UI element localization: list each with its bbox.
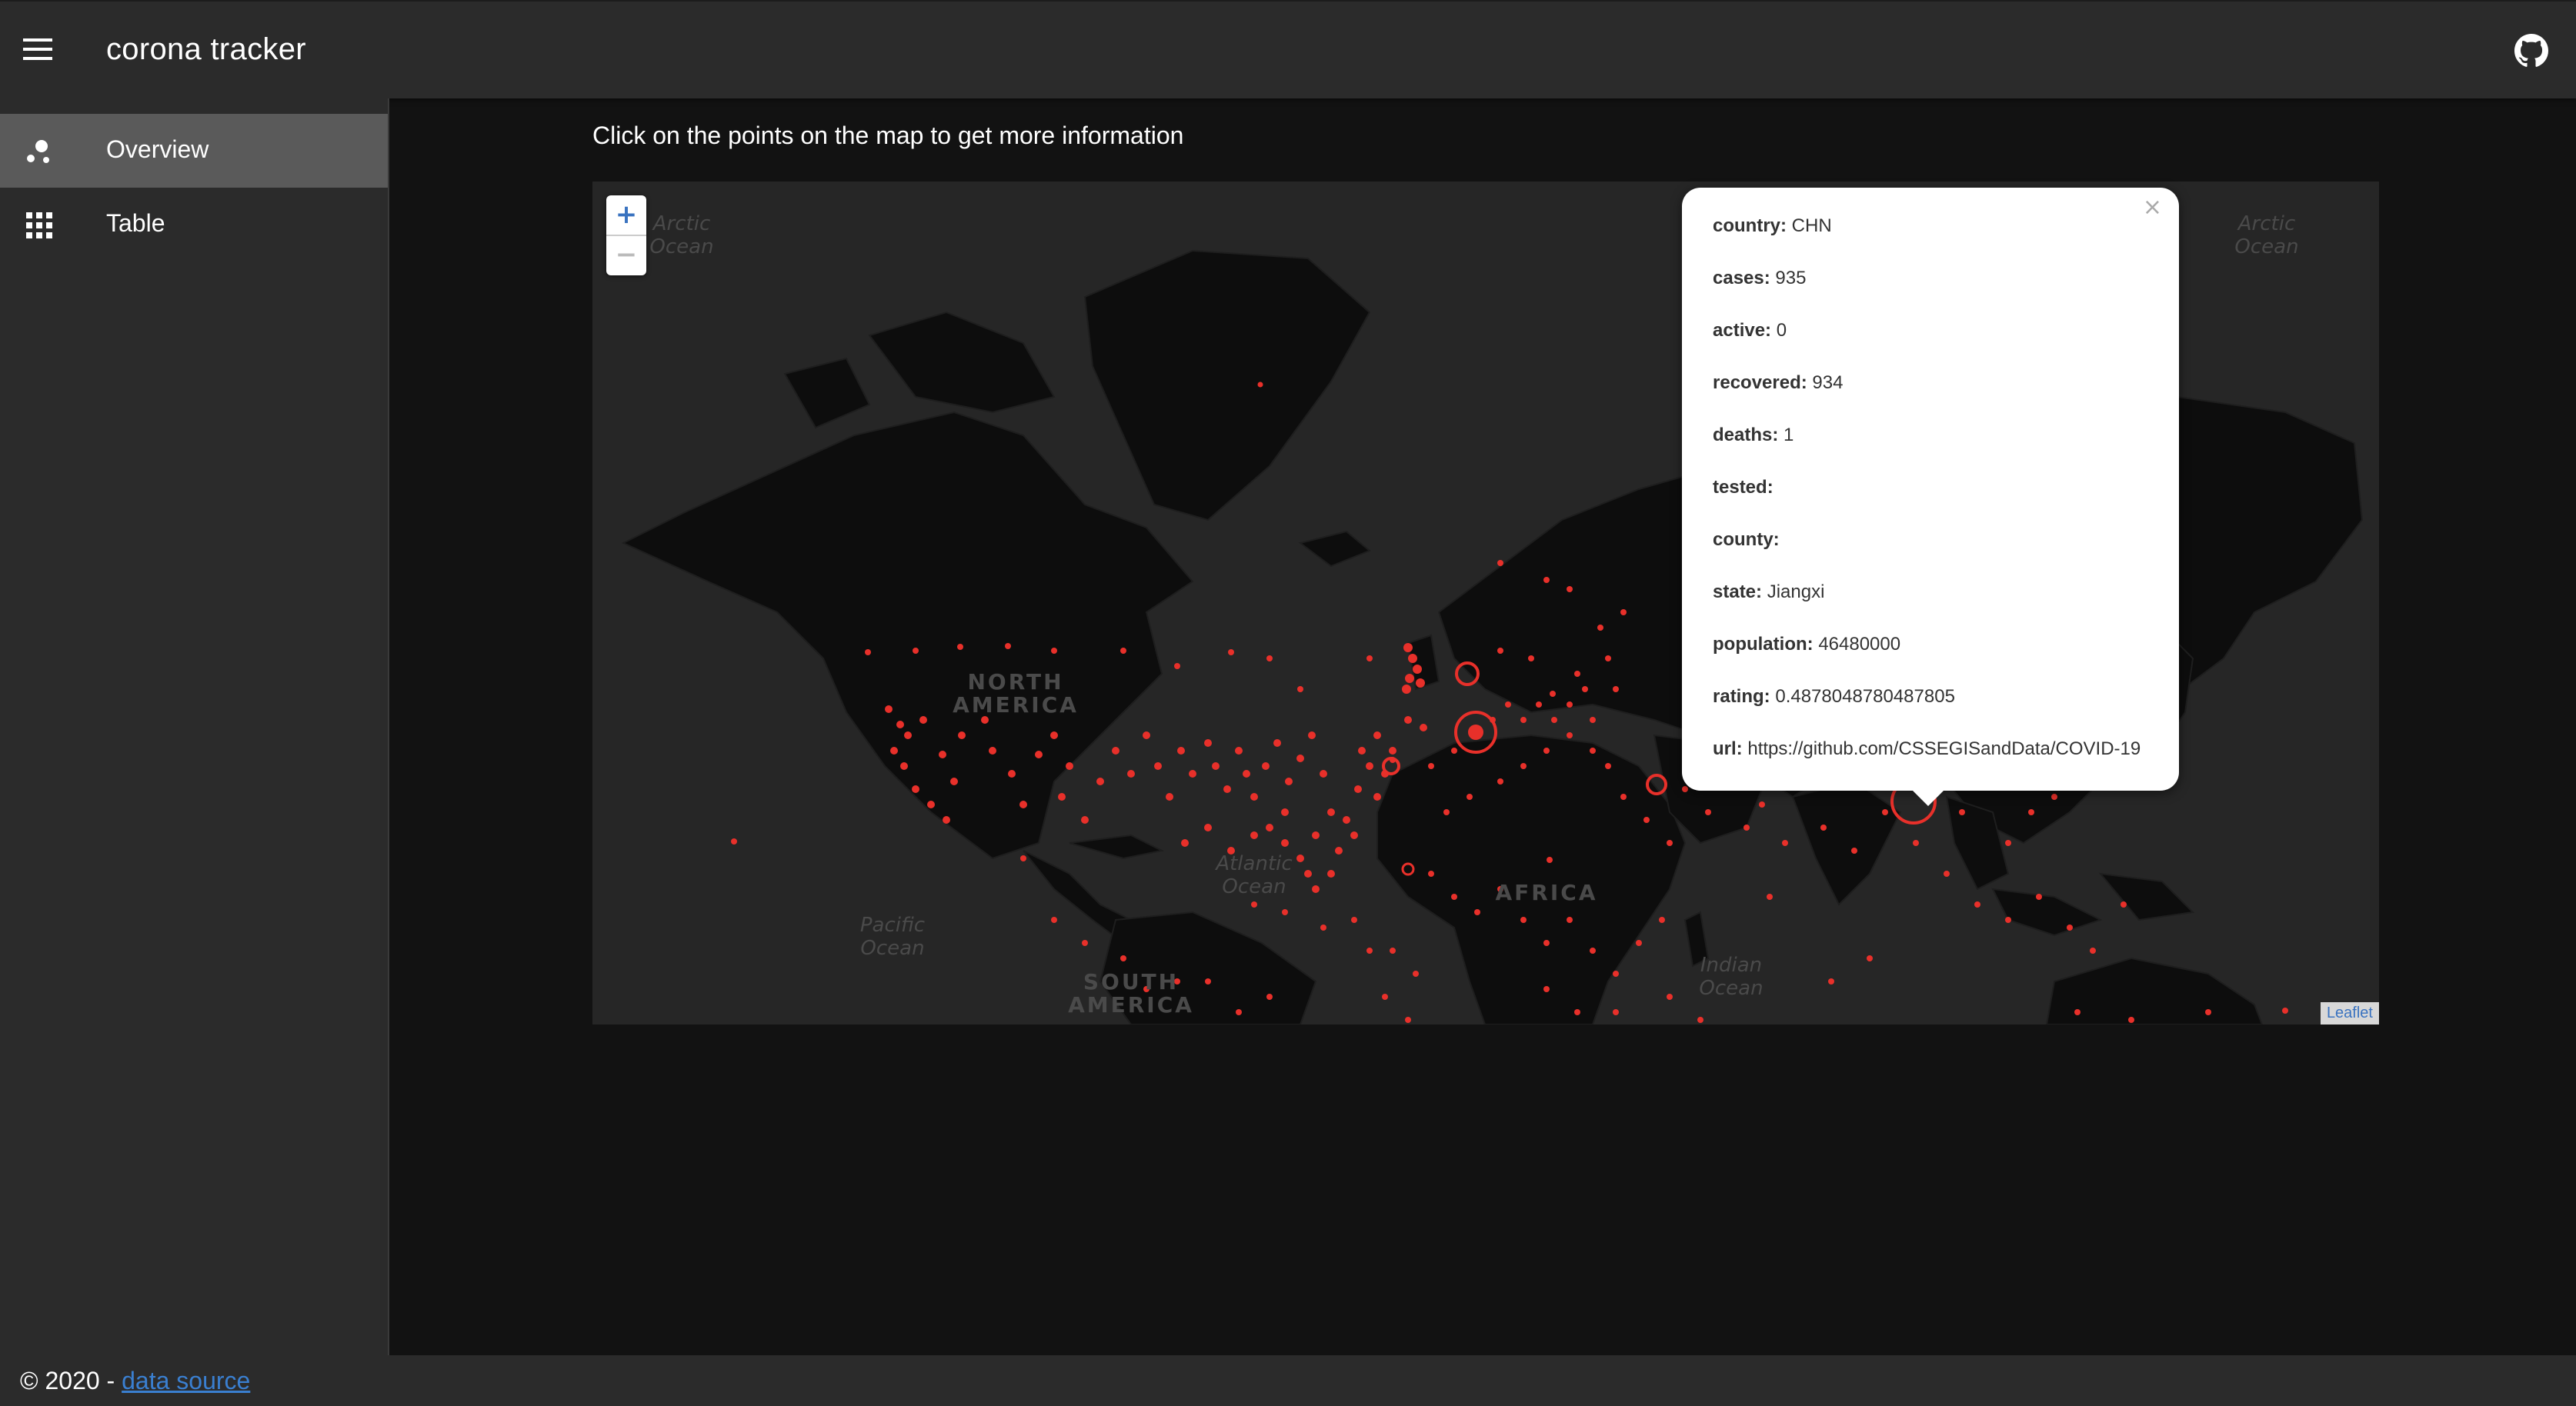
popup-row-state: state: Jiangxi [1713, 581, 1825, 602]
popup-row-county: county: [1713, 529, 1780, 550]
popup-row-cases: cases: 935 [1713, 268, 1807, 288]
popup-row-tested: tested: [1713, 477, 1774, 498]
grid-icon [26, 212, 52, 238]
sidebar-item-overview[interactable]: Overview [0, 114, 388, 188]
zoom-control: + − [606, 195, 646, 275]
footer-text: © 2020 - data source [20, 1367, 250, 1395]
info-popup: × country: CHN cases: 935 active: 0 reco… [1682, 188, 2179, 791]
data-source-link[interactable]: data source [122, 1367, 250, 1394]
menu-icon[interactable] [22, 35, 55, 63]
page-instruction: Click on the points on the map to get mo… [592, 122, 1184, 149]
github-icon[interactable] [2514, 34, 2548, 68]
footer: © 2020 - data source [0, 1355, 2576, 1406]
popup-row-active: active: 0 [1713, 320, 1787, 341]
sidebar-item-table[interactable]: Table [0, 188, 388, 262]
popup-tip [1911, 789, 1945, 806]
map-label-north-america: NORTH AMERICA [953, 669, 1079, 718]
copyright-text: © 2020 - [20, 1367, 122, 1394]
scatter-dots-icon [27, 140, 49, 163]
popup-row-country: country: CHN [1713, 215, 1832, 236]
popup-row-deaths: deaths: 1 [1713, 425, 1794, 445]
zoom-in-button[interactable]: + [606, 195, 646, 236]
popup-row-rating: rating: 0.4878048780487805 [1713, 686, 1955, 707]
map-label-atlantic: Atlantic Ocean [1216, 852, 1293, 898]
sidebar: Overview Table [0, 98, 389, 1355]
popup-row-recovered: recovered: 934 [1713, 372, 1844, 393]
popup-row-url: url: https://github.com/CSSEGISandData/C… [1713, 738, 2141, 759]
map-label-arctic-right: Arctic Ocean [2234, 212, 2299, 258]
map-label-africa: AFRICA [1495, 880, 1598, 905]
close-icon[interactable]: × [2143, 194, 2162, 221]
app-title: corona tracker [106, 32, 306, 66]
map-label-south-america: SOUTH AMERICA [1068, 969, 1194, 1018]
leaflet-attribution-link[interactable]: Leaflet [2320, 1002, 2379, 1025]
app-bar: corona tracker [0, 0, 2576, 98]
sidebar-item-label: Overview [106, 135, 209, 163]
map-label-pacific: Pacific Ocean [859, 914, 926, 960]
popup-row-population: population: 46480000 [1713, 634, 1901, 655]
sidebar-item-label: Table [106, 209, 165, 237]
map-label-arctic-left: Arctic Ocean [649, 212, 714, 258]
map-label-indian: Indian Ocean [1699, 954, 1763, 1000]
zoom-out-button[interactable]: − [606, 235, 646, 275]
